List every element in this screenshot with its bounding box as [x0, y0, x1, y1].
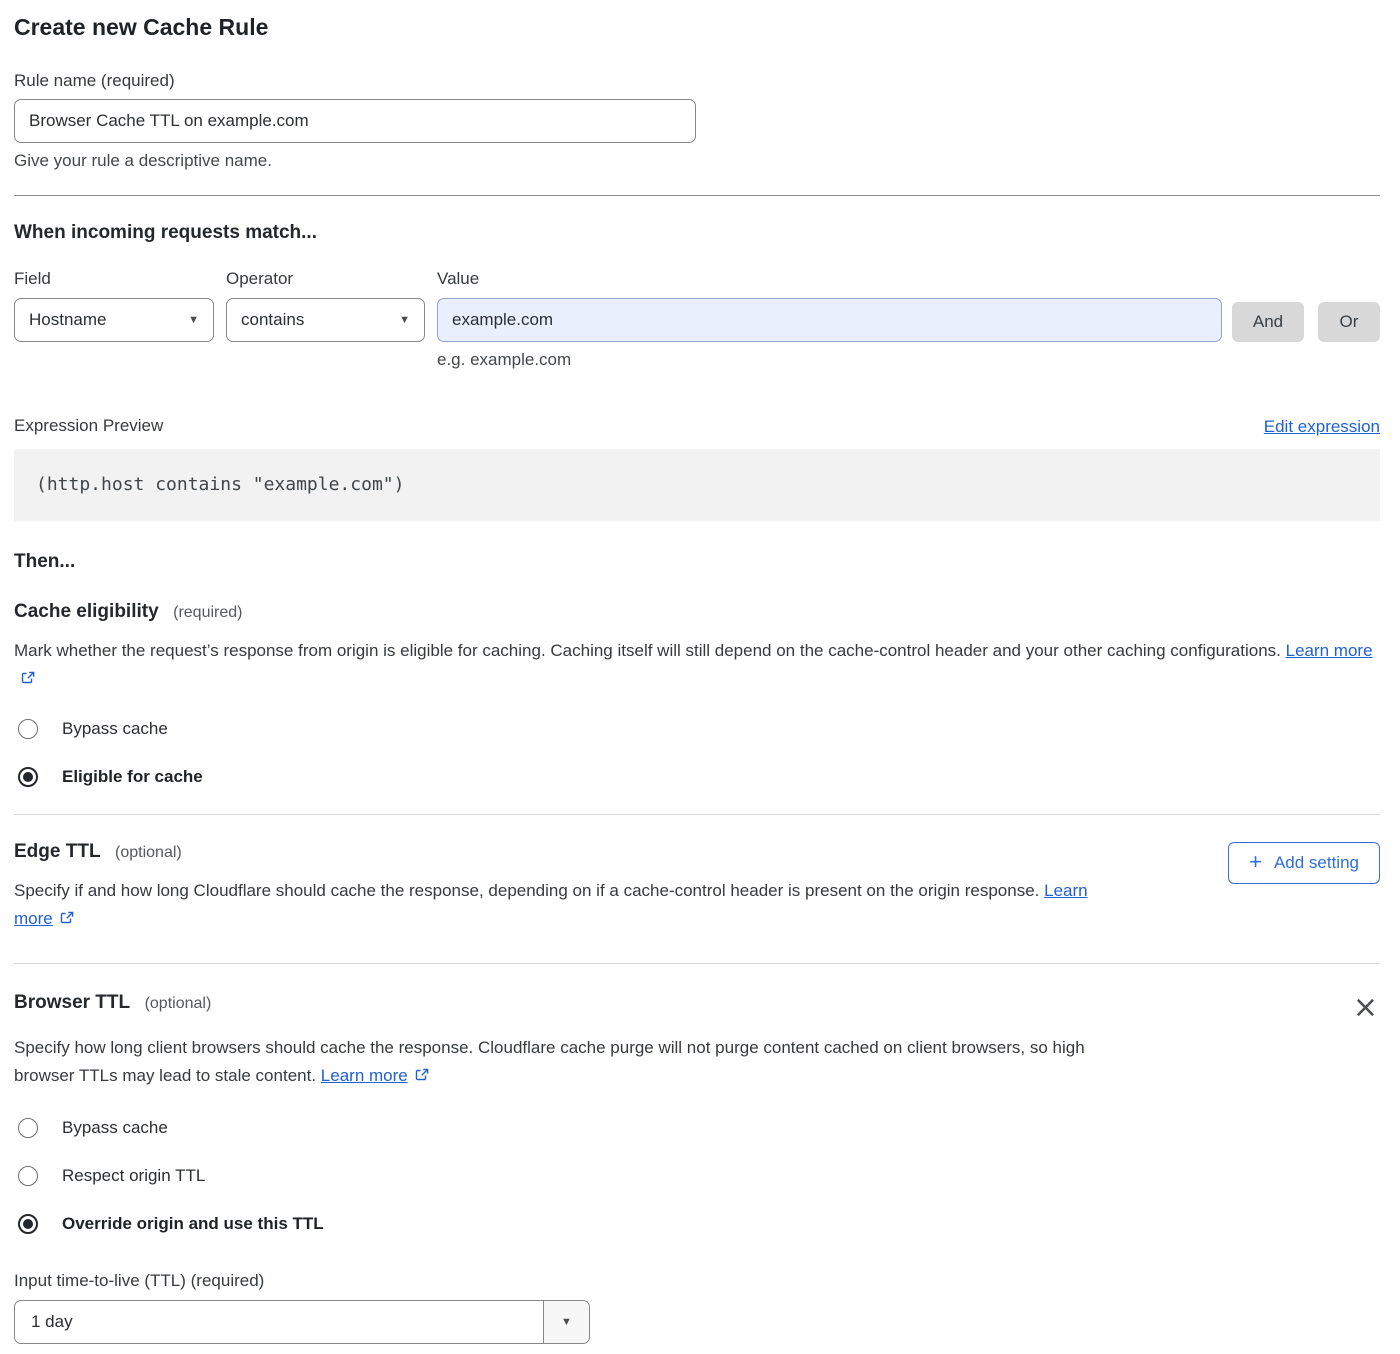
field-column: Field Hostname ▼	[14, 268, 214, 342]
radio-override-origin-ttl[interactable]: Override origin and use this TTL	[14, 1214, 1380, 1234]
section-divider	[14, 963, 1380, 964]
cache-eligibility-required-badge: (required)	[173, 604, 242, 621]
browser-ttl-description-text: Specify how long client browsers should …	[14, 1038, 1085, 1085]
edge-ttl-heading: Edge TTL	[14, 841, 101, 862]
radio-label: Bypass cache	[62, 719, 168, 739]
chevron-down-icon: ▼	[188, 315, 199, 326]
close-icon[interactable]: ×	[1351, 994, 1380, 1022]
add-setting-label: Add setting	[1274, 853, 1359, 873]
or-button[interactable]: Or	[1318, 302, 1380, 342]
operator-select[interactable]: contains ▼	[226, 298, 425, 342]
radio-button-icon	[18, 1166, 38, 1186]
edge-ttl-optional-badge: (optional)	[115, 844, 182, 861]
ttl-select-chevron-box[interactable]: ▼	[543, 1301, 589, 1343]
match-row: Field Hostname ▼ Operator contains ▼ Val…	[14, 268, 1380, 371]
rule-name-input[interactable]	[14, 99, 696, 143]
radio-label: Respect origin TTL	[62, 1166, 205, 1186]
radio-button-icon	[18, 767, 38, 787]
ttl-select[interactable]: 1 day ▼	[14, 1300, 590, 1344]
match-heading: When incoming requests match...	[14, 220, 1380, 246]
section-divider	[14, 195, 1380, 196]
operator-column: Operator contains ▼	[226, 268, 425, 342]
operator-label: Operator	[226, 268, 425, 290]
expression-header: Expression Preview Edit expression	[14, 415, 1380, 437]
radio-button-icon	[18, 1118, 38, 1138]
value-input[interactable]	[437, 298, 1222, 342]
chevron-down-icon: ▼	[561, 1317, 572, 1328]
edge-ttl-description: Specify if and how long Cloudflare shoul…	[14, 877, 1119, 935]
cache-eligibility-radio-group: Bypass cache Eligible for cache	[14, 719, 1380, 787]
radio-button-icon	[18, 719, 38, 739]
radio-eligible-for-cache[interactable]: Eligible for cache	[14, 767, 1380, 787]
edit-expression-link[interactable]: Edit expression	[1264, 417, 1380, 437]
expression-preview-label: Expression Preview	[14, 415, 163, 437]
cache-eligibility-section: Cache eligibility (required) Mark whethe…	[14, 599, 1380, 787]
radio-label: Bypass cache	[62, 1118, 168, 1138]
cache-eligibility-description-text: Mark whether the request’s response from…	[14, 641, 1281, 660]
rule-name-label: Rule name (required)	[14, 70, 1380, 92]
section-divider	[14, 814, 1380, 815]
plus-icon: +	[1249, 851, 1262, 873]
expression-code: (http.host contains "example.com")	[36, 474, 404, 495]
and-button[interactable]: And	[1232, 302, 1304, 342]
rule-name-help: Give your rule a descriptive name.	[14, 150, 1380, 172]
browser-ttl-radio-group: Bypass cache Respect origin TTL Override…	[14, 1118, 1380, 1234]
rule-name-section: Rule name (required) Give your rule a de…	[14, 70, 1380, 172]
value-label: Value	[437, 268, 1222, 290]
radio-bypass-cache[interactable]: Bypass cache	[14, 1118, 1380, 1138]
browser-ttl-description: Specify how long client browsers should …	[14, 1034, 1106, 1092]
edge-ttl-section: Edge TTL (optional) Specify if and how l…	[14, 839, 1380, 935]
match-section: When incoming requests match... Field Ho…	[14, 220, 1380, 371]
radio-button-icon	[18, 1214, 38, 1234]
ttl-select-value: 1 day	[15, 1301, 543, 1343]
radio-label: Eligible for cache	[62, 767, 203, 787]
learn-more-link[interactable]: Learn more	[1286, 641, 1373, 660]
radio-bypass-cache[interactable]: Bypass cache	[14, 719, 1380, 739]
ttl-input-label: Input time-to-live (TTL) (required)	[14, 1270, 1380, 1292]
field-select[interactable]: Hostname ▼	[14, 298, 214, 342]
browser-ttl-section: Browser TTL (optional) × Specify how lon…	[14, 990, 1380, 1344]
learn-more-link[interactable]: Learn more	[321, 1066, 408, 1085]
value-column: Value e.g. example.com	[437, 268, 1222, 371]
external-link-icon	[20, 667, 36, 695]
then-heading: Then...	[14, 549, 1380, 575]
operator-select-value: contains	[241, 310, 304, 330]
create-cache-rule-form: Create new Cache Rule Rule name (require…	[14, 0, 1380, 1344]
external-link-icon	[414, 1064, 430, 1092]
field-label: Field	[14, 268, 214, 290]
radio-label: Override origin and use this TTL	[62, 1214, 324, 1234]
browser-ttl-heading: Browser TTL	[14, 992, 130, 1013]
external-link-icon	[59, 907, 75, 935]
browser-ttl-optional-badge: (optional)	[145, 995, 212, 1012]
edge-ttl-description-text: Specify if and how long Cloudflare shoul…	[14, 881, 1039, 900]
expression-code-block: (http.host contains "example.com")	[14, 449, 1380, 521]
value-help: e.g. example.com	[437, 349, 1222, 371]
radio-respect-origin-ttl[interactable]: Respect origin TTL	[14, 1166, 1380, 1186]
page-title: Create new Cache Rule	[14, 12, 1380, 42]
add-setting-button[interactable]: + Add setting	[1228, 842, 1380, 884]
cache-eligibility-description: Mark whether the request’s response from…	[14, 637, 1380, 695]
cache-eligibility-heading: Cache eligibility	[14, 601, 159, 622]
chevron-down-icon: ▼	[399, 315, 410, 326]
field-select-value: Hostname	[29, 310, 106, 330]
